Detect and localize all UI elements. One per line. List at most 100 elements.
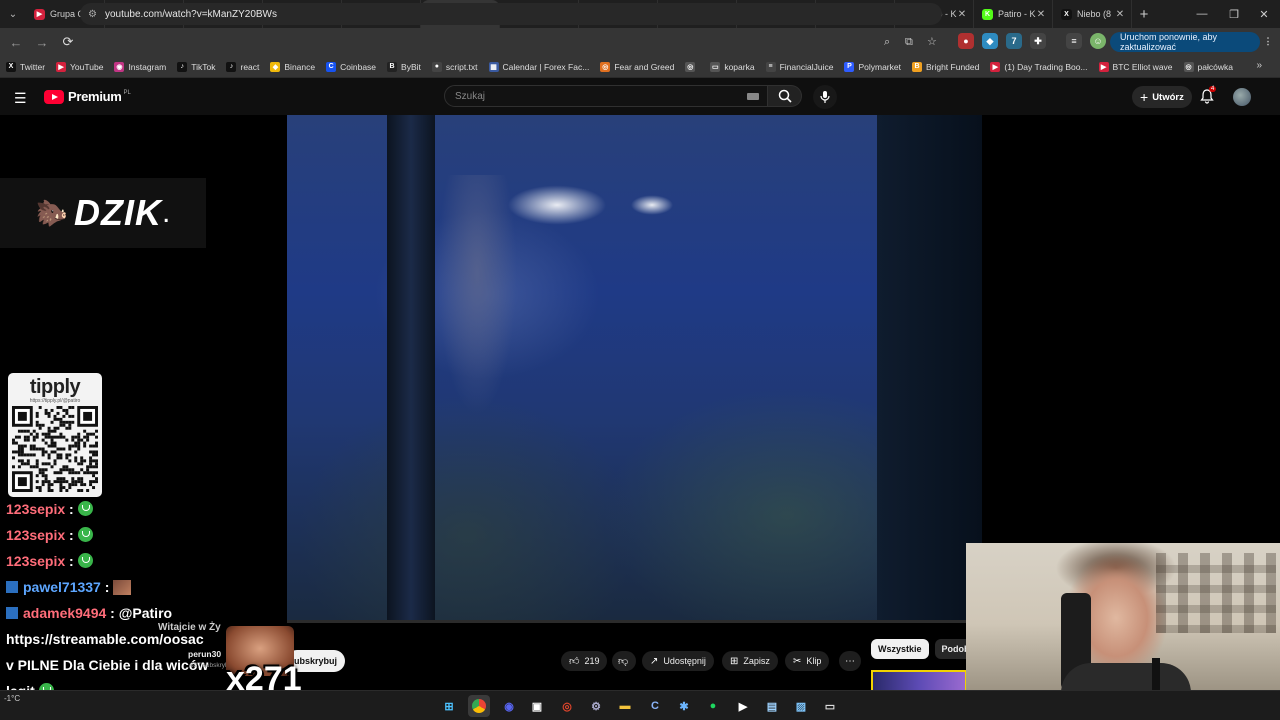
filter-chip[interactable]: Wszystkie (871, 639, 929, 659)
bookmark-label: BTC Elliot wave (1112, 61, 1173, 72)
bookmark-label: pałcówka (1197, 61, 1233, 72)
account-avatar[interactable] (1233, 88, 1251, 106)
bookmark-item[interactable]: ≡ FinancialJuice (765, 61, 833, 72)
cast-icon[interactable]: ⧉ (905, 36, 913, 49)
terminal-icon[interactable]: ▭ (819, 695, 841, 717)
bookmark-item[interactable]: ▦ Calendar | Forex Fac... (488, 61, 590, 72)
more-icon: ⋯ (845, 655, 855, 667)
plus-icon: + (1140, 89, 1149, 105)
reading-list-icon[interactable]: ≡ (1066, 33, 1082, 49)
dislike-button[interactable]: 👎︎ (612, 651, 636, 671)
address-bar[interactable]: ⚙ youtube.com/watch?v=kManZY20BWs (80, 3, 942, 25)
minimize-icon[interactable]: — (1186, 0, 1218, 28)
chat-badge-icon (6, 607, 18, 619)
notifications-button[interactable]: 4 (1200, 86, 1217, 109)
video-player[interactable] (287, 115, 982, 620)
like-button[interactable]: 👍︎ 219 (561, 651, 608, 671)
voice-search-button[interactable] (813, 85, 837, 109)
bookmark-item[interactable]: ◉ Instagram (114, 61, 166, 72)
menu-kebab-icon[interactable]: ⋮ (1260, 33, 1276, 49)
thumbs-down-icon: 👎︎ (618, 656, 629, 667)
tab-close-icon[interactable]: ✕ (1036, 9, 1046, 20)
keyboard-icon[interactable] (747, 93, 759, 100)
create-button[interactable]: + Utwórz (1132, 86, 1192, 108)
bookmark-item[interactable]: ◆ Binance (270, 61, 315, 72)
bookmark-item[interactable]: X Twitter (6, 61, 45, 72)
app-icon[interactable]: ✱ (673, 695, 695, 717)
bookmark-label: Coinbase (340, 61, 377, 72)
extensions-puzzle-icon[interactable]: ✚ (1030, 33, 1046, 49)
tab-search-icon[interactable]: ⌄ (0, 0, 26, 28)
bookmark-item[interactable]: ♪ TikTok (177, 61, 215, 72)
search-button[interactable] (768, 85, 802, 107)
update-restart-button[interactable]: Uruchom ponownie, aby zaktualizować (1110, 32, 1260, 52)
reload-icon[interactable]: ⟳ (56, 30, 80, 54)
hamburger-menu-icon[interactable]: ☰ (14, 90, 27, 107)
recording-app-icon[interactable]: ◎ (556, 695, 578, 717)
search-input[interactable] (455, 90, 735, 102)
clip-button[interactable]: ✂ Klip (785, 651, 830, 671)
bookmark-star-icon[interactable]: ☆ (927, 35, 937, 48)
zoom-icon[interactable]: ⌕ (884, 36, 890, 49)
bookmark-item[interactable]: B ByBit (387, 61, 421, 72)
bookmark-item[interactable]: ▶ YouTube (56, 61, 103, 72)
tab-close-icon[interactable]: ✕ (957, 9, 967, 20)
app-icon[interactable]: ▶ (732, 695, 754, 717)
app-c-icon[interactable]: C (644, 695, 666, 717)
extension-icon[interactable]: ● (958, 33, 974, 49)
profile-avatar-icon[interactable]: ☺ (1090, 33, 1106, 49)
notification-count-badge: 4 (1209, 86, 1217, 92)
bookmark-item[interactable]: ◎ (685, 61, 699, 72)
extension-icon[interactable]: 7 (1006, 33, 1022, 49)
search-icon (778, 89, 792, 103)
app-icon[interactable]: ▣ (526, 695, 548, 717)
steam-icon[interactable]: ⚙ (585, 695, 607, 717)
discord-icon[interactable]: ◉ (498, 695, 520, 717)
browser-tab[interactable]: K Patiro - K✕ (974, 0, 1053, 28)
bookmark-item[interactable]: C Coinbase (326, 61, 377, 72)
bookmark-favicon-icon: ▭ (710, 61, 721, 72)
weather-widget[interactable]: -1°C (4, 694, 20, 703)
bookmark-item[interactable]: B Bright Funded (911, 61, 979, 72)
back-icon[interactable]: ← (4, 30, 28, 54)
extension-icon[interactable]: ◆ (982, 33, 998, 49)
spotify-icon[interactable]: ● (702, 695, 724, 717)
file-explorer-icon[interactable]: ▬ (614, 695, 636, 717)
bookmark-item[interactable]: ● script.txt (431, 61, 478, 72)
browser-tab[interactable]: X Niebo (8 ✕ (1053, 0, 1132, 28)
tab-favicon-icon: X (1061, 8, 1072, 20)
chrome-icon[interactable] (468, 695, 490, 717)
bookmark-item[interactable]: ◎ Fear and Greed (600, 61, 674, 72)
forward-icon[interactable]: → (30, 30, 54, 54)
bookmark-label: Polymarket (858, 61, 901, 72)
tab-close-icon[interactable]: ✕ (1115, 9, 1125, 20)
restore-icon[interactable]: ❐ (1218, 0, 1250, 28)
bookmark-label: Calendar | Forex Fac... (502, 61, 590, 72)
start-icon[interactable]: ⊞ (438, 695, 460, 717)
recommended-video-thumbnail[interactable] (871, 670, 967, 690)
bookmarks-overflow-icon[interactable]: » (1256, 60, 1262, 71)
save-button[interactable]: ⊞ Zapisz (722, 651, 778, 671)
youtube-play-icon (44, 89, 64, 104)
share-label: Udostępnij (663, 656, 706, 666)
bookmark-item[interactable]: ▶ (1) Day Trading Boo... (990, 61, 1088, 72)
site-info-icon[interactable]: ⚙ (88, 9, 97, 20)
bookmark-favicon-icon: ≡ (765, 61, 776, 72)
notepad-icon[interactable]: ▤ (761, 695, 783, 717)
bookmark-favicon-icon: B (911, 61, 922, 72)
microphone-stand (1152, 658, 1160, 690)
emote-combo: x271 (226, 626, 302, 698)
video-progress-bar[interactable] (287, 620, 982, 623)
bookmark-item[interactable]: ▭ koparka (710, 61, 755, 72)
photos-icon[interactable]: ▨ (790, 695, 812, 717)
channel-name[interactable]: perun30 (188, 649, 221, 659)
share-button[interactable]: ↗ Udostępnij (642, 651, 714, 671)
close-window-icon[interactable]: ✕ (1248, 0, 1280, 28)
bookmark-item[interactable]: ◎ pałcówka (1183, 61, 1233, 72)
bookmark-item[interactable]: ▶ BTC Elliot wave (1098, 61, 1173, 72)
new-tab-button[interactable]: + (1132, 6, 1156, 23)
bookmark-item[interactable]: P Polymarket (844, 61, 901, 72)
bookmark-item[interactable]: ♪ react (226, 61, 259, 72)
more-actions-button[interactable]: ⋯ (839, 651, 861, 671)
youtube-premium-logo[interactable]: Premium PL (44, 89, 131, 104)
